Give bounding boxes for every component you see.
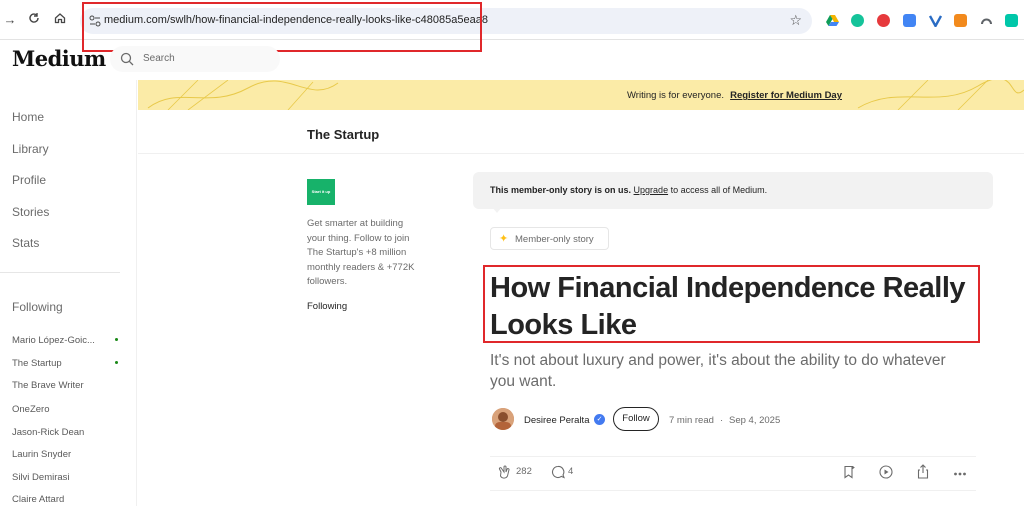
response-icon[interactable] [551,465,565,484]
search-placeholder: Search [143,53,175,64]
title-annotation-box [483,265,980,343]
google-drive-icon[interactable] [826,14,839,27]
author-avatar[interactable] [492,408,514,430]
following-item[interactable]: Silvi Demirasi [12,472,70,483]
bookmark-icon[interactable] [842,465,856,484]
extension-teal-icon[interactable] [1005,14,1018,27]
following-item[interactable]: The Startup [12,358,62,369]
sidebar-item-profile[interactable]: Profile [12,173,46,187]
author-name[interactable]: Desiree Peralta [524,415,589,426]
member-only-badge: ✦ Member-only story [490,227,609,250]
following-item[interactable]: The Brave Writer [12,380,84,391]
publish-date: Sep 4, 2025 [729,415,781,426]
clap-icon[interactable] [497,464,512,485]
medium-logo[interactable]: Medium [12,46,106,71]
meta-separator: · [720,415,724,426]
banner-scribble [147,80,1024,110]
publication-title[interactable]: The Startup [307,127,379,142]
article-subtitle: It's not about luxury and power, it's ab… [490,352,946,390]
extension-gray-icon[interactable] [980,14,993,27]
reload-icon[interactable] [26,12,42,28]
following-heading: Following [12,300,63,314]
forward-icon[interactable]: → [2,12,18,28]
following-item[interactable]: OneZero [12,404,50,415]
member-only-label: Member-only story [515,234,594,245]
bookmark-star-icon[interactable]: ☆ [789,12,802,29]
extension-orange-icon[interactable] [954,14,967,27]
left-sidebar: Home Library Profile Stories Stats Follo… [0,80,137,506]
sidebar-item-stats[interactable]: Stats [12,236,39,250]
clap-count[interactable]: 282 [516,466,532,477]
search-icon [120,52,134,66]
upgrade-link[interactable]: Upgrade [634,185,669,195]
more-options-icon[interactable] [953,466,967,484]
member-notice-bold: This member-only story is on us. [490,185,632,195]
new-story-dot [115,338,118,341]
vpn-icon[interactable] [928,14,943,29]
following-item[interactable]: Mario López-Goic... [12,335,95,346]
adblock-plus-icon[interactable] [877,14,890,27]
read-time: 7 min read [669,415,714,426]
action-bar-bottom-divider [490,490,976,491]
following-item[interactable]: Laurin Snyder [12,449,71,460]
verified-badge-icon: ✓ [594,414,605,425]
url-annotation-box [82,2,482,52]
medium-day-banner: Writing is for everyone. Register for Me… [138,80,1024,110]
sidebar-divider [0,272,120,273]
member-notice: This member-only story is on us. Upgrade… [473,172,993,209]
sidebar-item-home[interactable]: Home [12,110,44,124]
member-notice-pointer [492,207,502,213]
share-icon[interactable] [916,464,930,484]
register-medium-day-link[interactable]: Register for Medium Day [730,90,842,101]
extension-blue-icon[interactable] [903,14,916,27]
publication-logo[interactable]: Start it up [307,179,335,205]
grammarly-icon[interactable] [851,14,864,27]
new-story-dot [115,361,118,364]
action-bar-top-divider [490,456,976,457]
sparkle-star-icon: ✦ [499,233,509,245]
header-divider [138,153,1024,154]
follow-author-button[interactable]: Follow [613,407,659,431]
sidebar-item-library[interactable]: Library [12,142,49,156]
play-icon[interactable] [879,465,893,484]
home-icon[interactable] [52,12,68,28]
following-item[interactable]: Claire Attard [12,494,64,505]
member-notice-rest: to access all of Medium. [670,185,768,195]
publication-description: Get smarter at building your thing. Foll… [307,218,415,287]
banner-text: Writing is for everyone. [627,90,724,101]
search-input[interactable]: Search [110,46,280,72]
sidebar-item-stories[interactable]: Stories [12,205,49,219]
response-count[interactable]: 4 [568,466,573,477]
publication-following-button[interactable]: Following [307,301,347,312]
following-item[interactable]: Jason-Rick Dean [12,427,84,438]
